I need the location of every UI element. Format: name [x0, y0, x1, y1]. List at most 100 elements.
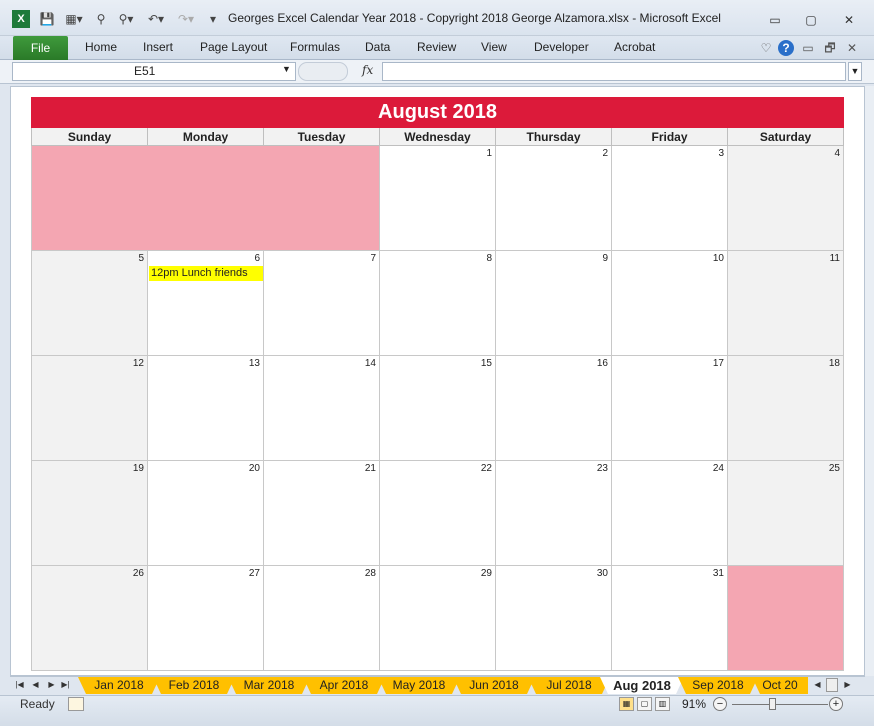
first-sheet-icon[interactable]: |◀ [14, 678, 25, 692]
day-cell[interactable]: 24 [612, 461, 728, 566]
next-sheet-icon[interactable]: ▶ [46, 678, 57, 692]
close-button[interactable]: ✕ [838, 12, 860, 28]
day-cell[interactable]: 10 [612, 251, 728, 356]
tab-scroll-right-icon[interactable]: ▶ [842, 678, 853, 692]
day-cell[interactable]: 9 [496, 251, 612, 356]
sheet-tab[interactable]: Mar 2018 [228, 677, 310, 694]
day-cell[interactable]: 22 [380, 461, 496, 566]
page-break-view-icon[interactable]: ▥ [655, 697, 670, 711]
restore-button[interactable]: ▢ [800, 12, 822, 28]
sheet-tab[interactable]: Oct 20 [752, 677, 808, 694]
day-cell[interactable]: 21 [264, 461, 380, 566]
day-cell[interactable]: 30 [496, 566, 612, 671]
sheet-tab[interactable]: Feb 2018 [153, 677, 235, 694]
day-number: 12 [132, 358, 144, 369]
day-number: 30 [596, 568, 608, 579]
day-cell[interactable]: 26 [31, 566, 148, 671]
redo-icon[interactable]: ↷▾ [174, 10, 198, 28]
tab-view[interactable]: View [481, 40, 507, 54]
calendar-event[interactable]: 12pm Lunch friends [149, 266, 263, 281]
tab-insert[interactable]: Insert [143, 40, 173, 54]
minimize-button[interactable]: ▭ [764, 12, 786, 28]
save-icon[interactable]: 💾 [38, 10, 56, 28]
zoom-level[interactable]: 91% [682, 697, 706, 711]
blank-day-cell[interactable] [728, 566, 844, 671]
sheet-tab[interactable]: Jul 2018 [528, 677, 610, 694]
day-cell[interactable]: 12 [31, 356, 148, 461]
day-cell[interactable]: 25 [728, 461, 844, 566]
sheet-tab[interactable]: Apr 2018 [303, 677, 385, 694]
formula-bar-resizer[interactable] [298, 62, 348, 81]
normal-view-icon[interactable]: ▦ [619, 697, 634, 711]
day-cell[interactable]: 29 [380, 566, 496, 671]
day-cell[interactable]: 17 [612, 356, 728, 461]
day-cell[interactable]: 18 [728, 356, 844, 461]
tab-formulas[interactable]: Formulas [290, 40, 340, 54]
form-icon[interactable]: ▦▾ [62, 10, 86, 28]
zoom-in-button[interactable]: + [829, 697, 843, 711]
sheet-tab[interactable]: Sep 2018 [678, 677, 758, 694]
doc-restore-button[interactable]: 🗗 [822, 40, 838, 56]
day-cell[interactable]: 4 [728, 146, 844, 251]
tab-data[interactable]: Data [365, 40, 390, 54]
day-cell[interactable]: 6 12pm Lunch friends [148, 251, 264, 356]
day-cell[interactable]: 15 [380, 356, 496, 461]
doc-close-button[interactable]: ✕ [844, 40, 860, 56]
zoom-slider-track[interactable] [732, 704, 828, 705]
name-box-value: E51 [134, 64, 156, 78]
find-icon[interactable]: ⚲ [90, 10, 112, 28]
weekday-header: Friday [612, 128, 728, 146]
day-cell[interactable]: 20 [148, 461, 264, 566]
help-icon[interactable]: ? [778, 40, 794, 56]
day-cell[interactable]: 31 [612, 566, 728, 671]
vertical-scrollbar[interactable] [865, 86, 874, 676]
day-number: 3 [718, 148, 724, 159]
day-cell[interactable]: 11 [728, 251, 844, 356]
sheet-tab-active[interactable]: Aug 2018 [600, 677, 684, 694]
day-cell[interactable]: 3 [612, 146, 728, 251]
tab-scroll-left-icon[interactable]: ◀ [812, 678, 823, 692]
minimize-ribbon-icon[interactable]: ♡ [758, 40, 774, 56]
insert-function-button[interactable]: fx [362, 63, 373, 77]
page-layout-view-icon[interactable]: ▢ [637, 697, 652, 711]
formula-input[interactable] [382, 62, 846, 81]
last-sheet-icon[interactable]: ▶| [60, 678, 71, 692]
blank-days-block[interactable] [31, 146, 380, 251]
tab-developer[interactable]: Developer [534, 40, 589, 54]
day-cell[interactable]: 7 [264, 251, 380, 356]
day-number: 25 [828, 463, 840, 474]
day-cell[interactable]: 28 [264, 566, 380, 671]
day-number: 15 [480, 358, 492, 369]
day-cell[interactable]: 16 [496, 356, 612, 461]
tab-review[interactable]: Review [417, 40, 456, 54]
prev-sheet-icon[interactable]: ◀ [30, 678, 41, 692]
tab-split-handle[interactable] [826, 678, 838, 692]
day-cell[interactable]: 13 [148, 356, 264, 461]
name-box-dropdown-icon[interactable]: ▼ [282, 64, 291, 74]
zoom-slider-thumb[interactable] [769, 698, 776, 710]
day-cell[interactable]: 19 [31, 461, 148, 566]
zoom-out-button[interactable]: − [713, 697, 727, 711]
expand-formula-bar-icon[interactable]: ▼ [848, 62, 862, 81]
sheet-tab[interactable]: Jun 2018 [453, 677, 535, 694]
day-cell[interactable]: 23 [496, 461, 612, 566]
sheet-tab[interactable]: May 2018 [378, 677, 460, 694]
day-cell[interactable]: 8 [380, 251, 496, 356]
doc-minimize-button[interactable]: ▭ [800, 40, 816, 56]
day-cell[interactable]: 27 [148, 566, 264, 671]
tab-page-layout[interactable]: Page Layout [200, 40, 267, 54]
day-cell[interactable]: 14 [264, 356, 380, 461]
customize-qat-icon[interactable]: ▾ [206, 10, 220, 28]
day-cell[interactable]: 5 [31, 251, 148, 356]
tab-file[interactable]: File [13, 36, 68, 60]
sheet-tab[interactable]: Jan 2018 [78, 677, 160, 694]
tab-home[interactable]: Home [85, 40, 117, 54]
macro-record-icon[interactable] [68, 697, 84, 711]
day-number: 7 [370, 253, 376, 264]
replace-icon[interactable]: ⚲▾ [114, 10, 138, 28]
undo-icon[interactable]: ↶▾ [144, 10, 168, 28]
tab-acrobat[interactable]: Acrobat [614, 40, 655, 54]
day-cell[interactable]: 2 [496, 146, 612, 251]
day-cell[interactable]: 1 [380, 146, 496, 251]
day-number: 20 [248, 463, 260, 474]
